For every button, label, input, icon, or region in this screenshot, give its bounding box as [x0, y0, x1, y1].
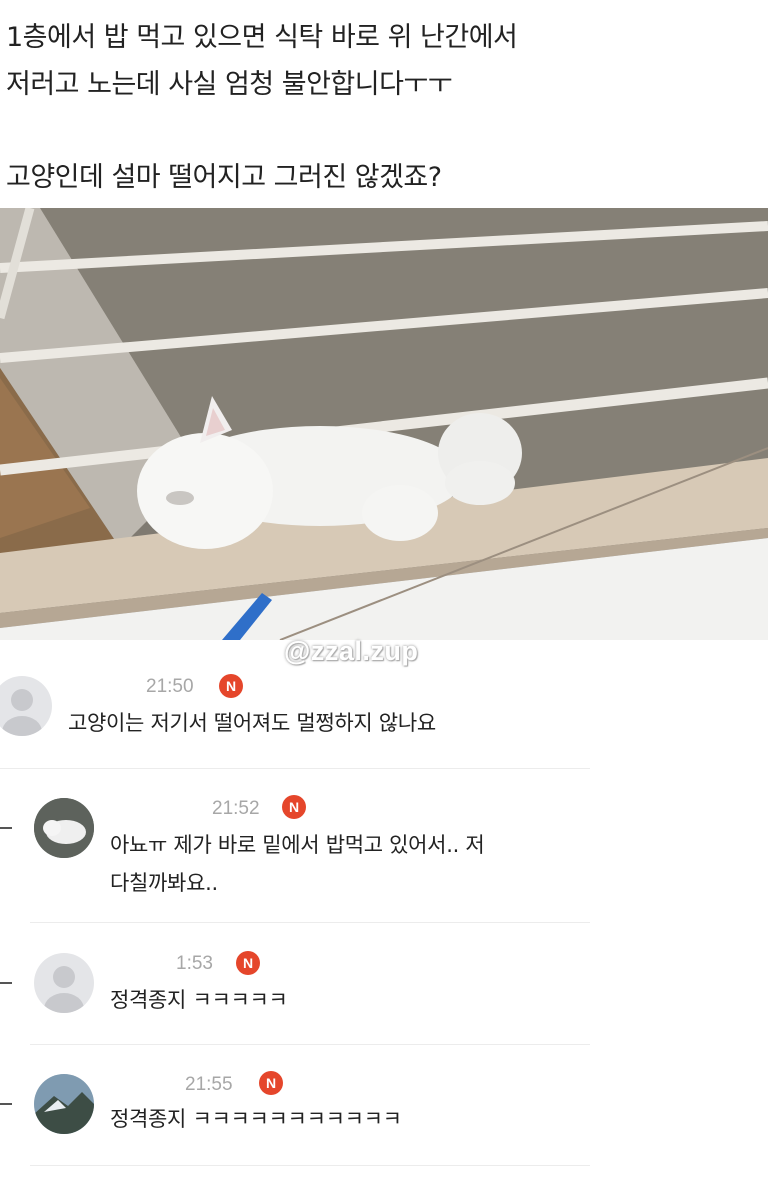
reply-indicator — [0, 1103, 12, 1105]
post-body: 1층에서 밥 먹고 있으면 식탁 바로 위 난간에서 저러고 노는데 사실 엄청… — [6, 14, 746, 201]
comment-item: 21:52 N 아뇨ㅠ 제가 바로 밑에서 밥먹고 있어서.. 저 다칠까봐요.… — [0, 790, 768, 920]
comment-time: 21:55 — [185, 1074, 233, 1095]
reply-indicator — [0, 827, 12, 829]
comment-text: 정격종지 ㅋㅋㅋㅋㅋㅋㅋㅋㅋㅋㅋ — [110, 1107, 402, 1131]
reply-indicator — [0, 982, 12, 984]
avatar[interactable] — [34, 953, 94, 1013]
comment-text-line-1: 아뇨ㅠ 제가 바로 밑에서 밥먹고 있어서.. 저 — [110, 833, 485, 857]
divider — [30, 922, 590, 923]
watermark: @zzal.zup — [284, 636, 419, 666]
new-badge: N — [219, 674, 243, 698]
cat-photo — [0, 208, 768, 640]
post-line-3: 고양인데 설마 떨어지고 그러진 않겠죠? — [6, 162, 442, 193]
comment-item: 21:50 N 고양이는 저기서 떨어져도 멀쩡하지 않나요 — [0, 668, 768, 768]
new-badge: N — [236, 951, 260, 975]
comment-text-line-2: 다칠까봐요.. — [110, 871, 218, 895]
post-line-1: 1층에서 밥 먹고 있으면 식탁 바로 위 난간에서 — [6, 22, 518, 53]
comment-time: 21:50 — [146, 676, 194, 697]
divider — [30, 1165, 590, 1166]
comment-item: 21:55 N 정격종지 ㅋㅋㅋㅋㅋㅋㅋㅋㅋㅋㅋ — [0, 1066, 768, 1176]
divider — [30, 1044, 590, 1045]
post-line-2: 저러고 노는데 사실 엄청 불안합니다ㅜㅜ — [6, 69, 453, 100]
avatar[interactable] — [34, 1074, 94, 1134]
comment-text: 정격종지 ㅋㅋㅋㅋㅋ — [110, 988, 288, 1012]
comment-text: 고양이는 저기서 떨어져도 멀쩡하지 않나요 — [68, 711, 436, 735]
divider — [0, 768, 590, 769]
comment-time: 1:53 — [176, 953, 213, 974]
avatar[interactable] — [0, 676, 52, 736]
comment-time: 21:52 — [212, 798, 260, 819]
comment-item: 1:53 N 정격종지 ㅋㅋㅋㅋㅋ — [0, 945, 768, 1045]
avatar[interactable] — [34, 798, 94, 858]
new-badge: N — [282, 795, 306, 819]
new-badge: N — [259, 1071, 283, 1095]
